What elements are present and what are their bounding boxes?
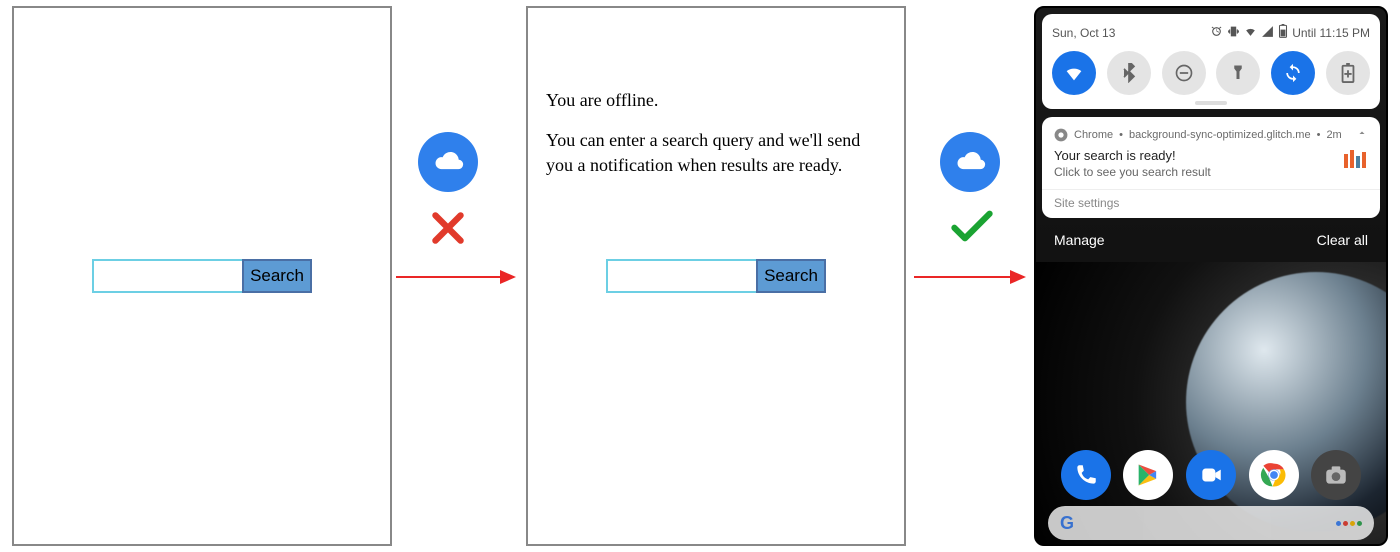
dock-duo-icon[interactable] <box>1186 450 1236 500</box>
search-button[interactable]: Search <box>242 259 312 293</box>
search-input[interactable] <box>92 259 242 293</box>
divider <box>1042 189 1380 190</box>
notification-age: 2m <box>1326 129 1341 141</box>
qs-dnd[interactable] <box>1162 51 1206 95</box>
site-icon <box>1342 148 1368 174</box>
panel-initial: Search <box>12 6 392 546</box>
notification-text: Click to see you search result <box>1054 165 1211 179</box>
search-input[interactable] <box>606 259 756 293</box>
arrow-icon <box>914 276 1024 278</box>
shade-handle-icon[interactable] <box>1195 101 1227 105</box>
status-date: Sun, Oct 13 <box>1052 26 1115 40</box>
dock-chrome-icon[interactable] <box>1249 450 1299 500</box>
notification-card[interactable]: Chrome • background-sync-optimized.glitc… <box>1042 117 1380 218</box>
offline-text: You can enter a search query and we'll s… <box>546 128 886 177</box>
notification-source: background-sync-optimized.glitch.me <box>1129 129 1311 141</box>
online-check-icon <box>950 204 994 248</box>
cloud-icon <box>418 132 478 192</box>
notification-title: Your search is ready! <box>1054 148 1211 163</box>
qs-flashlight[interactable] <box>1216 51 1260 95</box>
qs-wifi[interactable] <box>1052 51 1096 95</box>
clear-all-button[interactable]: Clear all <box>1317 232 1368 248</box>
notification-app: Chrome <box>1074 129 1113 141</box>
offline-cross-icon <box>426 206 470 250</box>
dock-phone-icon[interactable] <box>1061 450 1111 500</box>
offline-heading: You are offline. <box>546 88 886 112</box>
dock-play-icon[interactable] <box>1123 450 1173 500</box>
panel-phone: Sun, Oct 13 <box>1034 6 1388 546</box>
status-bar: Sun, Oct 13 <box>1052 24 1370 41</box>
manage-button[interactable]: Manage <box>1054 232 1105 248</box>
status-until: Until 11:15 PM <box>1292 26 1370 40</box>
chrome-icon <box>1054 128 1068 142</box>
qs-battery-saver[interactable] <box>1326 51 1370 95</box>
quick-settings-row <box>1052 51 1370 95</box>
vibrate-icon <box>1227 25 1240 41</box>
offline-message: You are offline. You can enter a search … <box>546 88 886 193</box>
cloud-icon <box>940 132 1000 192</box>
shade-actions: Manage Clear all <box>1036 218 1386 262</box>
status-right: Until 11:15 PM <box>1210 24 1370 41</box>
battery-icon <box>1278 24 1288 41</box>
arrow-icon <box>396 276 514 278</box>
signal-icon <box>1261 25 1274 41</box>
site-settings-link[interactable]: Site settings <box>1054 196 1368 210</box>
assistant-icon[interactable] <box>1336 521 1362 526</box>
wifi-icon <box>1244 25 1257 41</box>
notification-meta: Chrome • background-sync-optimized.glitc… <box>1054 127 1368 142</box>
dock <box>1036 450 1386 500</box>
search-button[interactable]: Search <box>756 259 826 293</box>
panel-offline: You are offline. You can enter a search … <box>526 6 906 546</box>
qs-rotate[interactable] <box>1271 51 1315 95</box>
search-form: Search <box>92 259 312 293</box>
phone-screen: Sun, Oct 13 <box>1036 8 1386 544</box>
google-search-bar[interactable]: G <box>1048 506 1374 540</box>
qs-bluetooth[interactable] <box>1107 51 1151 95</box>
dock-camera-icon[interactable] <box>1311 450 1361 500</box>
alarm-icon <box>1210 25 1223 41</box>
notification-shade: Sun, Oct 13 <box>1042 14 1380 109</box>
search-form: Search <box>606 259 826 293</box>
google-logo-icon: G <box>1060 513 1074 534</box>
chevron-up-icon[interactable] <box>1356 127 1368 142</box>
home-wallpaper: G <box>1036 262 1386 544</box>
